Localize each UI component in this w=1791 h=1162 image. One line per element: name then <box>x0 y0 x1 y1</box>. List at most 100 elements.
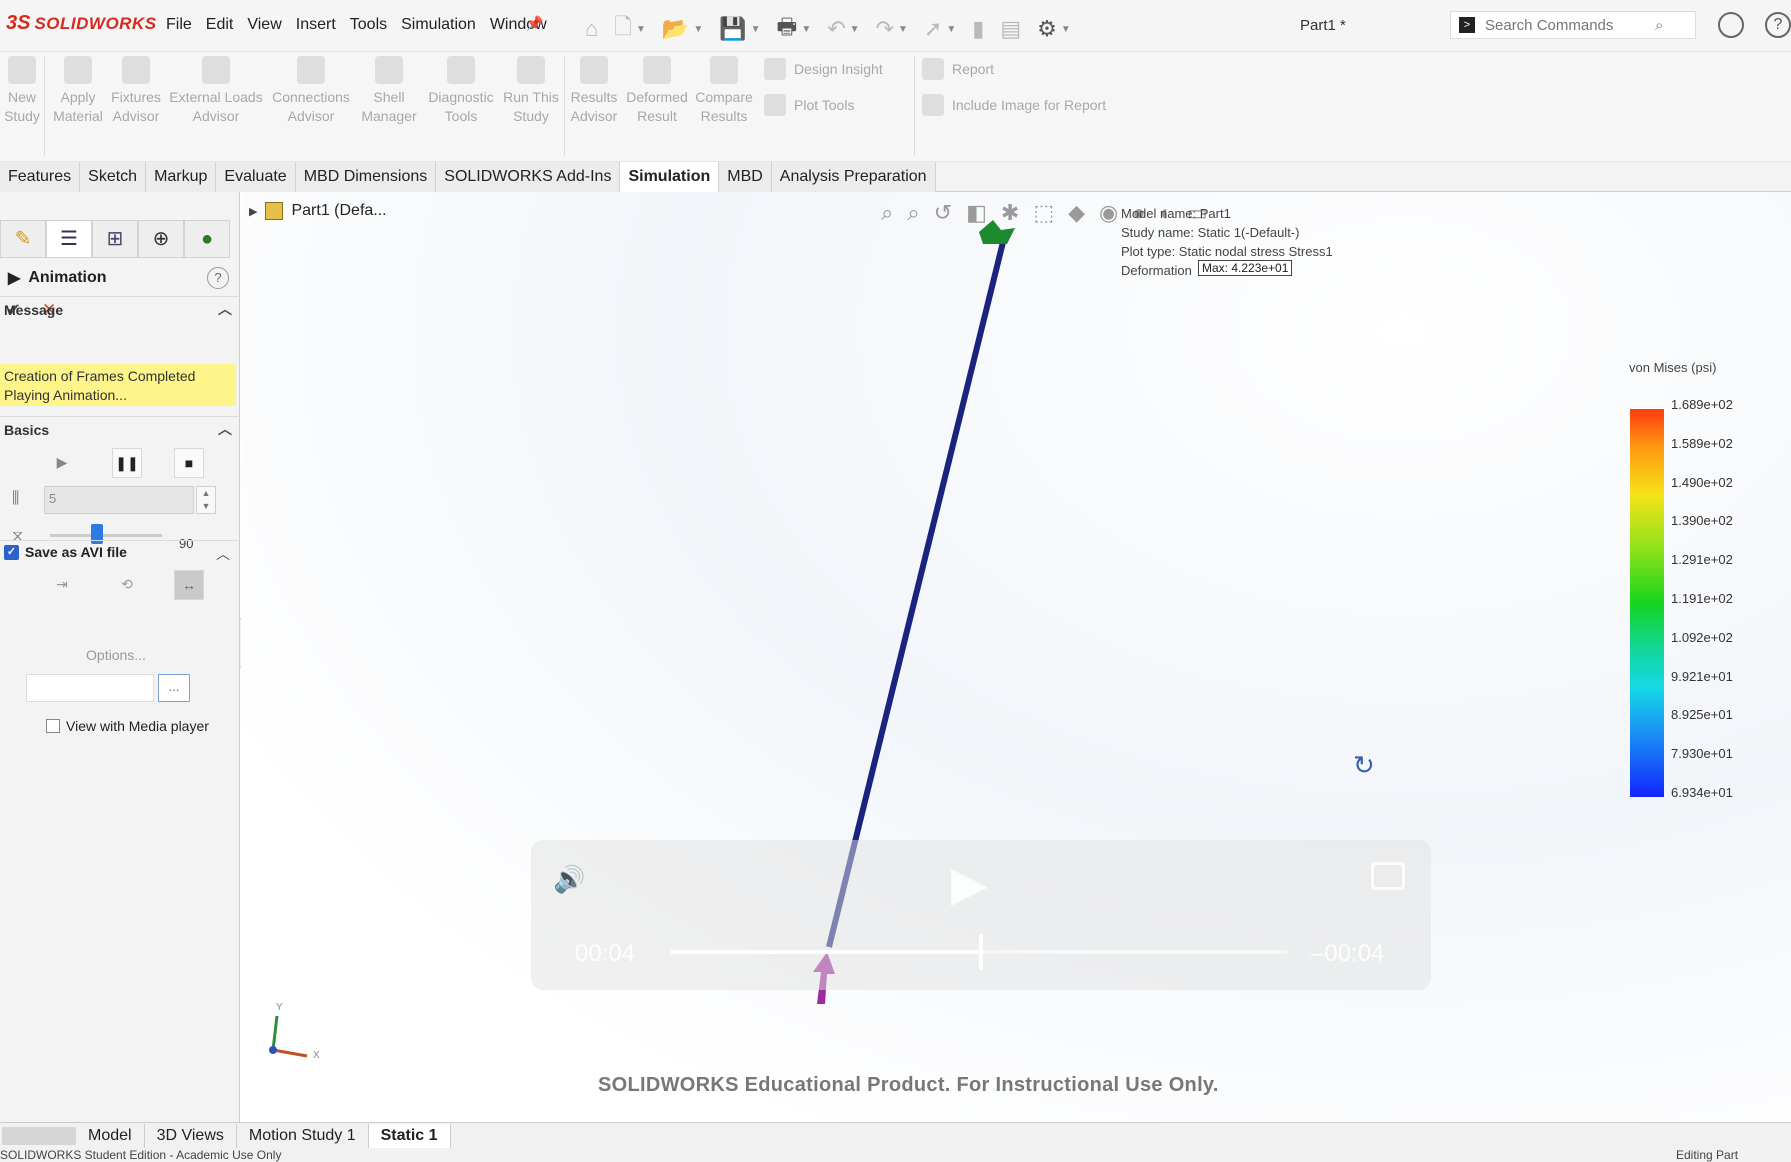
search-icon[interactable]: ⌕ <box>1655 17 1663 34</box>
design-insight-button[interactable]: Design Insight <box>764 58 883 80</box>
property-manager-icon[interactable]: ☰ <box>46 220 92 258</box>
include-image-report-button[interactable]: Include Image for Report <box>922 94 1106 116</box>
chevron-down-icon[interactable]: ▼ <box>850 24 860 35</box>
play-icon[interactable]: ▶ <box>951 856 988 912</box>
ribbon-separator <box>564 56 565 156</box>
diagnostic-tools-button[interactable]: Diagnostic Tools <box>424 56 498 126</box>
print-icon[interactable]: 🖶 <box>777 10 798 48</box>
tab-mbd-dimensions[interactable]: MBD Dimensions <box>295 162 437 192</box>
pause-button[interactable]: ❚❚ <box>112 448 142 478</box>
property-manager-panel: ✎ ☰ ⊞ ⊕ ● ▶ Animation ? ✔ ✕ Message ︿ Cr… <box>0 192 240 1122</box>
appearance-manager-icon[interactable]: ● <box>184 220 230 258</box>
tab-simulation[interactable]: Simulation <box>620 162 720 192</box>
search-commands-input[interactable] <box>1485 16 1645 34</box>
deformed-result-button[interactable]: Deformed Result <box>624 56 690 126</box>
reciprocate-button[interactable]: ↔ <box>174 570 204 600</box>
search-commands-box[interactable]: > ⌕ <box>1450 11 1696 39</box>
menu-simulation[interactable]: Simulation <box>401 16 476 34</box>
play-button[interactable]: ▶ <box>47 448 77 478</box>
tab-scroll-arrows[interactable] <box>2 1126 76 1145</box>
frames-stepper[interactable]: ▲ ▼ <box>196 486 216 514</box>
options-button[interactable]: Options... <box>70 642 162 668</box>
help-icon[interactable]: ? <box>1765 12 1791 38</box>
chevron-down-icon[interactable]: ▼ <box>636 24 646 35</box>
tab-solidworks-add-ins[interactable]: SOLIDWORKS Add-Ins <box>436 162 621 192</box>
apply-material-button[interactable]: Apply Material <box>52 56 104 126</box>
loop-button[interactable]: ⟲ <box>112 570 142 600</box>
chevron-down-icon[interactable]: ▼ <box>801 24 811 35</box>
airplay-icon[interactable] <box>1371 862 1405 890</box>
external-loads-advisor-button[interactable]: External Loads Advisor <box>168 56 264 126</box>
run-this-study-button[interactable]: Run This Study <box>502 56 560 126</box>
save-icon[interactable]: 💾 <box>719 16 746 42</box>
fixtures-advisor-icon <box>122 56 150 84</box>
speed-slider-track[interactable] <box>50 534 162 537</box>
results-advisor-button[interactable]: Results Advisor <box>568 56 620 126</box>
chevron-down-icon[interactable]: ▼ <box>946 24 956 35</box>
menu-edit[interactable]: Edit <box>206 16 234 34</box>
feature-manager-icon[interactable]: ✎ <box>0 220 46 258</box>
play-once-button[interactable]: ⇥ <box>47 570 77 600</box>
media-player-row[interactable]: View with Media player <box>46 718 209 734</box>
chevron-down-icon[interactable]: ▼ <box>751 24 761 35</box>
video-scrubber[interactable] <box>671 934 1287 970</box>
chevron-down-icon[interactable]: ▼ <box>693 24 703 35</box>
new-document-icon[interactable]: 🗋 <box>614 10 632 48</box>
tab-analysis-preparation[interactable]: Analysis Preparation <box>771 162 936 192</box>
plot-tools-button[interactable]: Plot Tools <box>764 94 854 116</box>
user-account-icon[interactable] <box>1718 12 1744 38</box>
tab-markup[interactable]: Markup <box>146 162 217 192</box>
undo-icon[interactable]: ↶ <box>827 16 845 42</box>
message-group-header[interactable]: Message ︿ <box>0 296 240 320</box>
compare-results-button[interactable]: Compare Results <box>694 56 754 126</box>
open-icon[interactable]: 📂 <box>662 16 689 42</box>
chevron-up-icon[interactable]: ︿ <box>216 544 230 564</box>
help-icon[interactable]: ? <box>207 267 229 289</box>
options-gear-icon[interactable]: ⚙ <box>1037 16 1057 42</box>
browse-button[interactable]: ... <box>158 674 190 702</box>
tab-3d-views[interactable]: 3D Views <box>145 1123 237 1148</box>
pin-icon[interactable]: 📌 <box>526 15 543 32</box>
menu-view[interactable]: View <box>247 16 281 34</box>
connections-advisor-button[interactable]: Connections Advisor <box>268 56 354 126</box>
tab-features[interactable]: Features <box>0 162 81 192</box>
shell-manager-button[interactable]: Shell Manager <box>358 56 420 126</box>
stop-button[interactable]: ■ <box>174 448 204 478</box>
tab-motion-study-1[interactable]: Motion Study 1 <box>237 1123 369 1148</box>
save-avi-checkbox[interactable]: ✓ <box>4 544 19 560</box>
frames-input[interactable]: 5 <box>44 486 194 514</box>
file-properties-icon[interactable]: ▤ <box>1000 16 1021 42</box>
chevron-down-icon[interactable]: ▼ <box>898 24 908 35</box>
redo-icon[interactable]: ↷ <box>876 16 894 42</box>
menu-insert[interactable]: Insert <box>296 16 336 34</box>
chevron-up-icon[interactable]: ︿ <box>218 299 232 319</box>
graphics-area[interactable]: ▶ Part1 (Defa... ⌕ ⌕ ↺ ◧ ✱ ⬚ ◆ ◉ ● ◐ ▭ M… <box>241 192 1791 1122</box>
new-study-button[interactable]: New Study <box>4 56 40 126</box>
menu-file[interactable]: File <box>166 16 192 34</box>
video-scrubber-knob[interactable] <box>979 934 983 970</box>
fixtures-advisor-button[interactable]: Fixtures Advisor <box>108 56 164 126</box>
speed-slider-thumb[interactable] <box>91 524 104 544</box>
tab-model[interactable]: Model <box>76 1123 145 1148</box>
volume-icon[interactable]: 🔊 <box>553 864 585 895</box>
home-icon[interactable]: ⌂ <box>585 16 598 42</box>
rebuild-icon[interactable]: ▮ <box>972 16 984 42</box>
save-avi-row[interactable]: ✓ Save as AVI file <box>4 544 127 560</box>
chevron-down-icon[interactable]: ▼ <box>1061 24 1071 35</box>
chevron-up-icon[interactable]: ︿ <box>218 419 232 439</box>
dimxpert-manager-icon[interactable]: ⊕ <box>138 220 184 258</box>
tab-evaluate[interactable]: Evaluate <box>216 162 296 192</box>
legend-tick-labels: 1.689e+02 1.589e+02 1.490e+02 1.390e+02 … <box>1671 397 1733 824</box>
select-icon[interactable]: ➚ <box>924 16 942 42</box>
rotate-cursor-icon: ↻ <box>1353 750 1375 780</box>
solidworks-logo[interactable]: 3S SOLIDWORKS <box>6 12 157 35</box>
media-player-checkbox[interactable] <box>46 719 60 733</box>
basics-group-header[interactable]: Basics ︿ <box>0 416 240 440</box>
tab-sketch[interactable]: Sketch <box>80 162 147 192</box>
avi-path-input[interactable] <box>26 674 154 702</box>
configuration-manager-icon[interactable]: ⊞ <box>92 220 138 258</box>
report-button[interactable]: Report <box>922 58 994 80</box>
tab-static-1[interactable]: Static 1 <box>368 1123 451 1148</box>
menu-tools[interactable]: Tools <box>350 16 387 34</box>
tab-mbd[interactable]: MBD <box>719 162 772 192</box>
